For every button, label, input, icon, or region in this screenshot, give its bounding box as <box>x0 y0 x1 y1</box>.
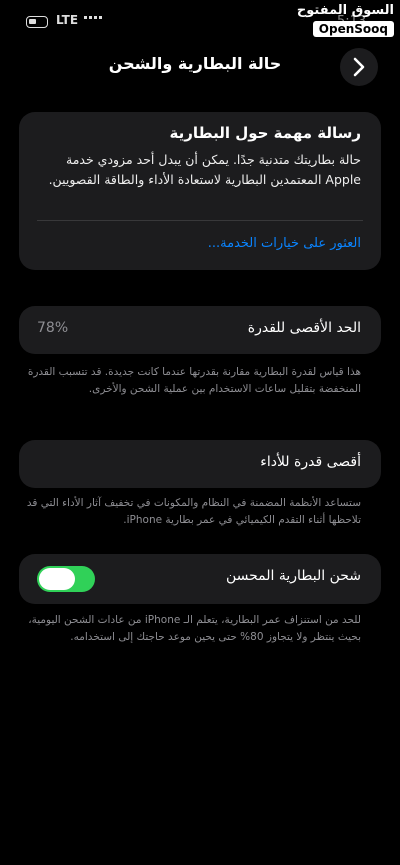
toggle-knob <box>39 568 75 590</box>
watermark-arabic: السوق المفتوح <box>296 3 394 18</box>
maximum-capacity-row: الحد الأقصى للقدرة 78% <box>19 306 381 354</box>
message-title: رسالة مهمة حول البطارية <box>169 124 362 142</box>
message-body: حالة بطاريتك متدنية جدًا. يمكن أن يبدل أ… <box>48 152 361 187</box>
chevron-right-icon <box>353 57 365 77</box>
optimized-charging-footnote: للحد من استنزاف عمر البطارية، يتعلم الـ … <box>28 614 361 643</box>
peak-performance-label: أقصى قدرة للأداء <box>260 454 361 470</box>
back-button[interactable] <box>340 48 378 86</box>
watermark-english: OpenSooq <box>312 21 394 37</box>
maximum-capacity-value: 78% <box>37 320 69 336</box>
battery-message-card: رسالة مهمة حول البطارية حالة بطاريتك متد… <box>19 112 381 270</box>
optimized-charging-toggle[interactable] <box>37 566 95 592</box>
optimized-charging-label: شحن البطارية المحسن <box>225 568 361 584</box>
page-title: حالة البطارية والشحن <box>108 54 282 73</box>
network-label: LTE <box>56 13 79 27</box>
maximum-capacity-label: الحد الأقصى للقدرة <box>247 320 361 336</box>
peak-performance-footnote: ستساعد الأنظمة المضمنة في النظام والمكون… <box>26 497 361 526</box>
peak-performance-row[interactable]: أقصى قدرة للأداء <box>19 440 381 488</box>
optimized-charging-row: شحن البطارية المحسن <box>19 554 381 604</box>
divider <box>37 220 363 221</box>
watermark: السوق المفتوح OpenSooq <box>297 4 394 37</box>
signal-icon <box>84 16 102 19</box>
battery-icon <box>26 16 48 28</box>
maximum-capacity-footnote: هذا قياس لقدرة البطارية مقارنة بقدرتها ع… <box>27 366 361 395</box>
find-service-options-link[interactable]: العثور على خيارات الخدمة... <box>208 236 361 251</box>
